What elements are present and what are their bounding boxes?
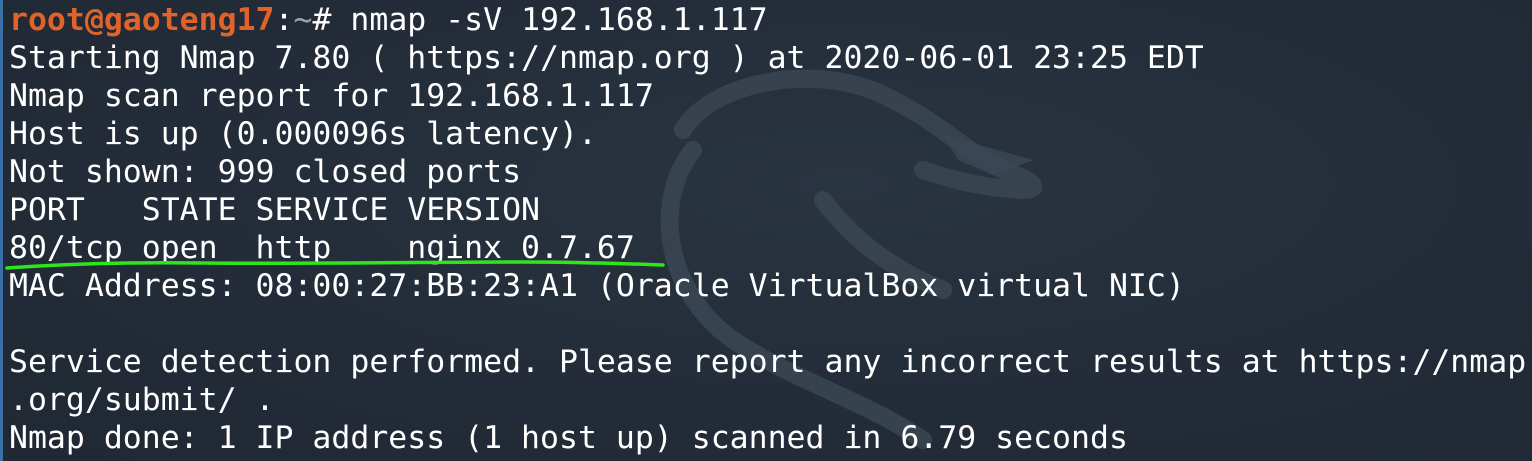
prompt-command: nmap -sV 192.168.1.117 — [350, 2, 768, 38]
output-line-not-shown: Not shown: 999 closed ports — [9, 154, 522, 190]
output-line-service-detection-1: Service detection performed. Please repo… — [9, 344, 1527, 380]
prompt-user-host: root@gaoteng17 — [9, 2, 275, 38]
prompt-line: root@gaoteng17:~# nmap -sV 192.168.1.117 — [9, 1, 1526, 39]
output-line-done: Nmap done: 1 IP address (1 host up) scan… — [9, 420, 1128, 456]
output-line-service-detection-2: .org/submit/ . — [9, 382, 275, 418]
terminal-window[interactable]: root@gaoteng17:~# nmap -sV 192.168.1.117… — [0, 0, 1532, 461]
output-line-blank — [9, 305, 1526, 343]
terminal-output: root@gaoteng17:~# nmap -sV 192.168.1.117… — [9, 1, 1526, 457]
prompt-separator: : — [274, 2, 294, 38]
output-line-starting: Starting Nmap 7.80 ( https://nmap.org ) … — [9, 40, 1204, 76]
prompt-symbol: # — [312, 2, 351, 38]
output-line-table-header: PORT STATE SERVICE VERSION — [9, 192, 541, 228]
output-line-port-row: 80/tcp open http nginx 0.7.67 — [9, 230, 635, 266]
output-line-host-up: Host is up (0.000096s latency). — [9, 116, 597, 152]
output-line-report: Nmap scan report for 192.168.1.117 — [9, 78, 654, 114]
prompt-path: ~ — [293, 2, 313, 38]
output-line-mac: MAC Address: 08:00:27:BB:23:A1 (Oracle V… — [9, 268, 1185, 304]
